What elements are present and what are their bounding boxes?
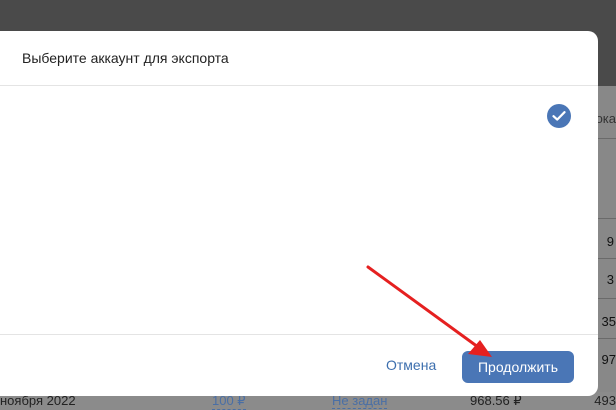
dialog-footer: Отмена Продолжить	[0, 334, 598, 396]
checkmark-circle-icon[interactable]	[547, 104, 571, 128]
dialog-title: Выберите аккаунт для экспорта	[22, 50, 229, 66]
background-cell: 3	[606, 272, 614, 287]
background-cell: 35	[601, 314, 616, 329]
dialog-header: Выберите аккаунт для экспорта	[0, 31, 598, 86]
export-account-dialog: Выберите аккаунт для экспорта Отмена Про…	[0, 31, 598, 396]
checkmark-icon	[552, 111, 566, 121]
background-cell: 9	[606, 234, 614, 249]
red-arrow-icon	[366, 265, 492, 357]
background-cell: 97	[601, 352, 616, 367]
